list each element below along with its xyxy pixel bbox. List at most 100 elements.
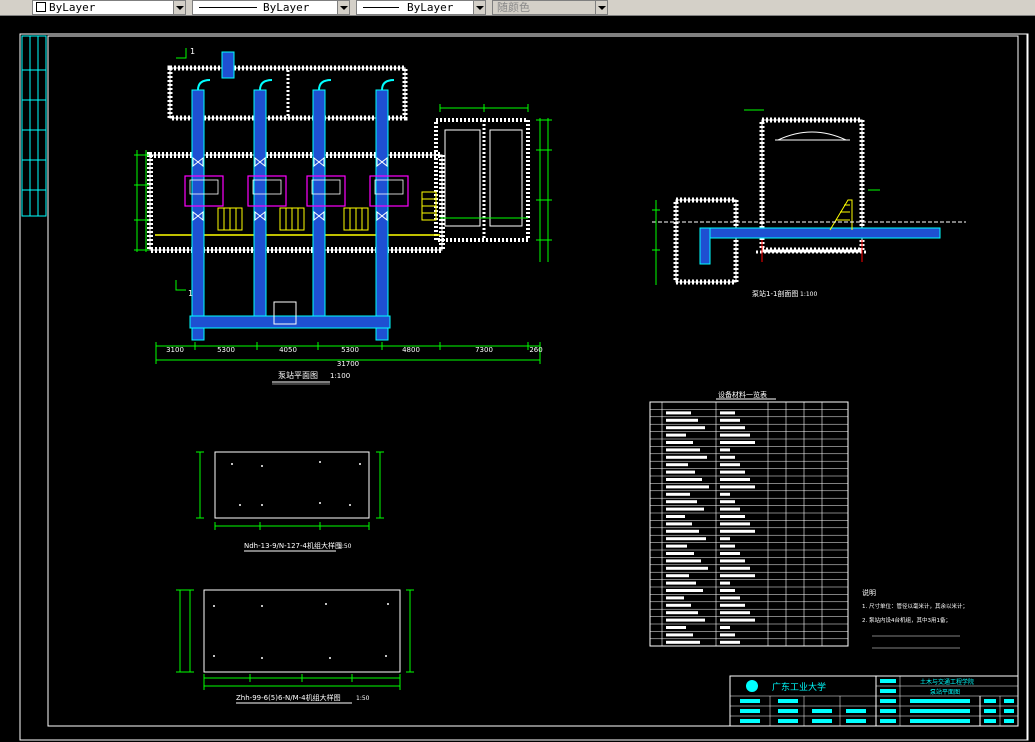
dim-total: 31700 — [337, 360, 359, 368]
drawing-canvas[interactable]: 1 1 3100 5300 4050 5300 4800 7300 260 31… — [0, 16, 1035, 742]
table-cell-mark — [666, 633, 693, 637]
lineweight-combo[interactable]: ByLayer — [356, 0, 486, 15]
sheet-outer-border — [19, 33, 1029, 741]
table-cell-mark — [666, 433, 686, 437]
table-cell-mark — [720, 603, 745, 607]
table-cell-mark — [720, 522, 750, 526]
plan-view[interactable]: 1 1 3100 5300 4050 5300 4800 7300 260 31… — [134, 47, 552, 385]
table-cell-mark — [666, 544, 687, 548]
dim-label: 4050 — [279, 346, 297, 354]
table-cell-mark — [720, 552, 740, 555]
table-cell-mark — [666, 507, 704, 511]
chevron-down-icon[interactable] — [473, 1, 485, 14]
section-title: 泵站1-1剖面图 — [752, 289, 798, 298]
table-cell-mark — [720, 544, 735, 548]
table-cell-mark — [720, 455, 735, 459]
detail-1[interactable]: Ndh-13-9/N-127-4机组大样图 1:50 — [196, 451, 384, 552]
table-cell-mark — [666, 522, 692, 526]
table-cell-mark — [666, 500, 697, 504]
table-cell-mark — [720, 589, 735, 592]
equipment-table[interactable]: 设备材料一览表 — [649, 390, 849, 647]
table-cell-mark — [720, 559, 745, 563]
table-cell-mark — [666, 441, 693, 444]
color-swatch-icon — [36, 2, 46, 12]
dim-label: 7300 — [475, 346, 493, 354]
table-cell-mark — [666, 559, 701, 563]
table-cell-mark — [720, 633, 735, 637]
project-name: 土木与交通工程学院 — [920, 678, 974, 686]
table-cell-mark — [666, 455, 707, 459]
lineweight-sample-icon — [363, 7, 399, 8]
table-cell-mark — [720, 596, 740, 600]
table-cell-mark — [666, 463, 688, 467]
table-cell-mark — [720, 418, 740, 422]
table-cell-mark — [666, 603, 691, 607]
table-cell-mark — [720, 411, 735, 415]
table-cell-mark — [720, 507, 740, 511]
table-cell-mark — [720, 463, 740, 467]
notes-heading: 说明 — [862, 588, 876, 597]
table-cell-mark — [720, 470, 745, 474]
table-cell-mark — [720, 537, 730, 541]
dim-label: 5300 — [217, 346, 235, 354]
table-cell-mark — [666, 596, 684, 600]
table-cell-mark — [666, 618, 705, 622]
notes: 说明 1. 尺寸单位：管径以毫米计，其余以米计； 2. 泵站内设4台机组，其中3… — [862, 588, 968, 649]
dim-label: 5300 — [341, 346, 359, 354]
title-block[interactable]: 广东工业大学 土木与交通工程学院 泵站平面图 — [729, 675, 1019, 727]
table-cell-mark — [666, 515, 685, 518]
detail1-title: Ndh-13-9/N-127-4机组大样图 — [244, 541, 342, 550]
linetype-combo[interactable]: ByLayer — [192, 0, 350, 15]
table-cell-mark — [720, 478, 750, 481]
table-cell-mark — [720, 529, 755, 533]
table-cell-mark — [666, 418, 698, 422]
school-logo-icon — [746, 680, 758, 692]
table-cell-mark — [666, 589, 703, 592]
drawing-name: 泵站平面图 — [930, 688, 960, 696]
table-title: 设备材料一览表 — [718, 390, 767, 399]
plan-title: 泵站平面图 — [278, 370, 318, 380]
chevron-down-icon[interactable] — [337, 1, 349, 14]
plotstyle-combo[interactable]: 随颜色 — [492, 0, 608, 15]
table-cell-mark — [666, 529, 699, 533]
detail2-scale: 1:50 — [356, 695, 370, 702]
dim-label: 260 — [529, 346, 542, 354]
table-cell-mark — [720, 626, 730, 629]
note-2: 2. 泵站内设4台机组，其中3用1备； — [862, 616, 951, 624]
binding-strip — [21, 35, 47, 217]
table-cell-mark — [720, 448, 730, 452]
section-view[interactable]: 泵站1-1剖面图 1:100 — [652, 109, 966, 298]
plan-scale: 1:100 — [330, 372, 350, 380]
table-cell-mark — [666, 581, 696, 585]
chevron-down-icon[interactable] — [173, 1, 185, 14]
table-cell-mark — [720, 640, 740, 644]
chevron-down-icon[interactable] — [595, 1, 607, 14]
table-cell-mark — [720, 500, 735, 504]
table-cell-mark — [666, 485, 709, 489]
table-cell-mark — [666, 640, 700, 644]
table-cell-mark — [666, 478, 702, 481]
detail-2[interactable]: Zhh-99-6(5)6-N/M-4机组大样图 1:50 — [176, 589, 414, 704]
table-cell-mark — [666, 411, 691, 415]
table-cell-mark — [720, 492, 730, 496]
table-cell-mark — [666, 626, 686, 629]
color-combo[interactable]: ByLayer — [32, 0, 186, 15]
table-cell-mark — [720, 485, 755, 489]
table-cell-mark — [666, 552, 694, 555]
table-cell-mark — [666, 426, 705, 430]
table-cell-mark — [720, 515, 745, 518]
note-1: 1. 尺寸单位：管径以毫米计，其余以米计； — [862, 602, 968, 610]
table-cell-mark — [666, 448, 700, 452]
dim-label: 4800 — [402, 346, 420, 354]
linetype-sample-icon — [199, 7, 257, 8]
table-cell-mark — [666, 537, 706, 541]
table-cell-mark — [720, 618, 755, 622]
table-cell-mark — [720, 611, 750, 615]
table-cell-mark — [720, 566, 750, 570]
detail1-scale: 1:50 — [338, 543, 352, 550]
svg-text:1: 1 — [190, 47, 195, 56]
school-name: 广东工业大学 — [772, 681, 826, 693]
table-cell-mark — [720, 441, 755, 444]
table-cell-mark — [666, 566, 708, 570]
table-cell-mark — [666, 574, 689, 578]
